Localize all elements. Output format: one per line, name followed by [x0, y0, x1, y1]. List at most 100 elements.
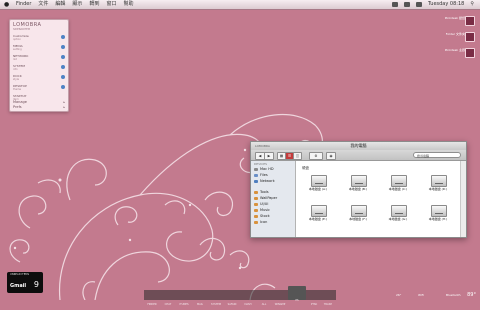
drive-icon — [351, 205, 367, 217]
dock-label: MAIL — [197, 303, 203, 306]
forward-button[interactable]: ▶ — [264, 152, 274, 160]
desktop-icon[interactable]: Pinkdesk 壁纸 — [435, 16, 475, 26]
drive-item[interactable]: 本地磁盘 (F:) — [344, 205, 372, 227]
drive-item[interactable]: 本地磁盘 (A:) — [304, 175, 332, 197]
widget-row[interactable]: DOCK style — [13, 74, 65, 82]
weather-text: 26° — [396, 293, 402, 297]
drive-item[interactable]: 本地磁盘 (B:) — [344, 175, 372, 197]
dock-item-all[interactable]: ALL — [256, 290, 272, 306]
window-titlebar[interactable]: LOMOBRA 我的電腦 — [251, 142, 466, 150]
unread-count: 9 — [33, 280, 39, 289]
drive-label: 本地磁盘 (A:) — [308, 187, 328, 191]
dock-item-safari[interactable]: SAFARI — [224, 290, 240, 306]
dock-label: WINAMP — [274, 303, 286, 306]
vertical-scrollbar[interactable] — [460, 161, 466, 237]
dock-label: ALL — [261, 303, 267, 306]
bluetooth-text: Bluetooth — [446, 293, 461, 297]
sidebar-item-label: WallPaper — [260, 196, 278, 200]
gmail-widget[interactable]: UNREAD ITEMS Gmail 9 — [7, 272, 43, 293]
drive-item[interactable]: 本地磁盘 (E:) — [304, 205, 332, 227]
dock-label: PS — [295, 299, 299, 302]
sidebar-item-label: UI/UI — [260, 202, 269, 206]
eye-button[interactable]: ◉ — [326, 152, 336, 160]
drive-item[interactable]: 本地磁盘 (C:) — [384, 175, 412, 197]
image-file-icon — [465, 16, 475, 26]
dock-label: ITUNES — [179, 303, 189, 306]
menu-view[interactable]: 顯示 — [72, 0, 82, 9]
wifi-icon[interactable] — [391, 2, 398, 7]
menubar-clock[interactable]: Tuesday 08:18 — [428, 0, 464, 9]
widget-row-sub: option — [13, 38, 21, 41]
dock-item-ps[interactable]: PS — [288, 286, 306, 302]
spotlight-icon[interactable]: ⚲ — [470, 0, 474, 9]
search-input[interactable]: 搜尋電腦 — [413, 152, 461, 158]
battery-text: 89° — [467, 292, 476, 298]
files-icon — [254, 173, 258, 177]
network-text: Wifi — [418, 293, 424, 297]
menu-edit[interactable]: 編輯 — [55, 0, 65, 9]
sidebar-item-label: Files — [260, 173, 268, 177]
battery-icon[interactable] — [415, 2, 422, 7]
dock-label: SYSTEM — [211, 303, 221, 306]
dock-item-chat[interactable]: CHAT — [160, 290, 176, 306]
widget-row[interactable]: NETWORK list — [13, 54, 65, 62]
dock-item-system[interactable]: SYSTEM — [208, 290, 224, 306]
column-view-button[interactable]: ◫ — [293, 152, 302, 160]
widget-row-sub: info — [13, 68, 18, 71]
menu-go[interactable]: 轉到 — [89, 0, 99, 9]
drive-item[interactable]: 本地磁盘 (D:) — [424, 175, 452, 197]
icon-folder-icon — [254, 220, 258, 224]
sidebar-item-label: Music — [260, 208, 270, 212]
dock-item-finder[interactable]: FINDER — [144, 290, 160, 306]
chevron-right-icon[interactable]: ▸ — [63, 100, 65, 104]
sidebar-item-label: Mac HD — [260, 167, 274, 171]
widget-row[interactable]: Customize option — [13, 34, 65, 42]
menu-window[interactable]: 窗口 — [106, 0, 116, 9]
dock: FINDER CHAT ITUNES MAIL SYSTEM SAFARI DA… — [144, 262, 336, 306]
desktop-icon[interactable]: Folder 文件夹 — [435, 32, 475, 42]
desktop-icon[interactable]: Pinkdesk 主题 — [435, 48, 475, 58]
drive-icon — [351, 175, 367, 187]
desktop-icon-label: Pinkdesk 壁纸 — [444, 16, 465, 20]
drive-label: 本地磁盘 (H:) — [428, 217, 448, 221]
wallpaper-folder-icon — [254, 196, 258, 200]
network-icon — [254, 179, 258, 183]
widget-subtitle: SIDEBARITEM — [13, 28, 30, 31]
dock-label: SAFARI — [227, 303, 237, 306]
dock-item-itunes[interactable]: ITUNES — [176, 290, 192, 306]
menu-file[interactable]: 文件 — [38, 0, 48, 9]
dock-item-mail[interactable]: MAIL — [192, 290, 208, 306]
drive-label: 本地磁盘 (D:) — [428, 187, 448, 191]
sidebar-item[interactable]: Icon — [254, 219, 267, 225]
drive-label: 本地磁盘 (E:) — [308, 217, 328, 221]
widget-row[interactable]: SYSTEM info — [13, 64, 65, 72]
theme-file-icon — [465, 48, 475, 58]
widget-prefs[interactable]: Prefs — [13, 105, 22, 109]
sidebar-item[interactable]: Network — [254, 178, 275, 184]
menu-help[interactable]: 幫助 — [123, 0, 133, 9]
dock-label: DASH — [244, 303, 252, 306]
dock-item-dash[interactable]: DASH — [240, 290, 256, 306]
chevron-right-icon[interactable]: ▸ — [63, 105, 65, 109]
sidebar-item-label: Tools — [260, 190, 269, 194]
sidebar-item-label: Icon — [260, 220, 268, 224]
dock-label: PTSK — [310, 303, 318, 306]
volume-icon[interactable] — [403, 2, 410, 7]
widget-manage[interactable]: Manage — [13, 100, 27, 104]
action-gear-button[interactable]: ⚙ — [309, 152, 323, 160]
folder-icon — [465, 32, 475, 42]
apple-menu-icon[interactable]: ● — [4, 0, 9, 9]
dock-item-winamp[interactable]: WINAMP — [272, 290, 288, 306]
drive-item[interactable]: 本地磁盘 (G:) — [384, 205, 412, 227]
drive-icon — [311, 205, 327, 217]
ui-folder-icon — [254, 202, 258, 206]
menu-finder[interactable]: Finder — [16, 0, 31, 9]
status-area: 26° Wifi Bluetooth 89° — [396, 288, 476, 298]
blue-dot-icon — [61, 35, 65, 39]
widget-row[interactable]: MEDIA setting — [13, 44, 65, 52]
drive-label: 本地磁盘 (F:) — [349, 217, 367, 221]
widget-row[interactable]: DESKTOP theme — [13, 84, 65, 92]
drive-item[interactable]: 本地磁盘 (H:) — [424, 205, 452, 227]
widget-row-sub: list — [13, 58, 17, 61]
dock-item-trash[interactable]: TRASH — [320, 290, 336, 306]
